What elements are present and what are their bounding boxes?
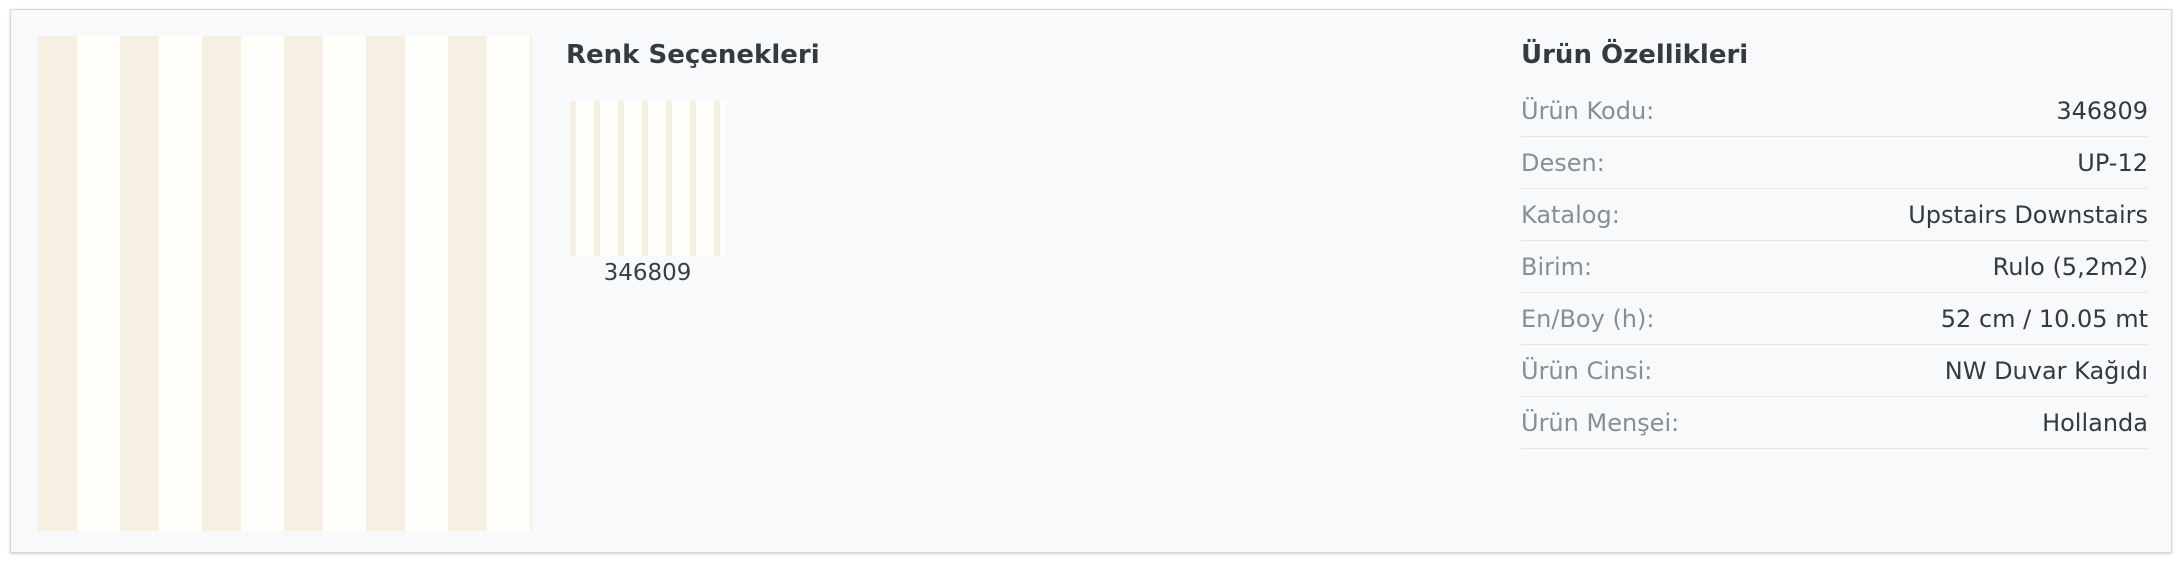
color-swatch-label: 346809 [603, 260, 692, 286]
property-row-type: Ürün Cinsi: NW Duvar Kağıdı [1521, 345, 2148, 397]
property-value: 52 cm / 10.05 mt [1940, 304, 2148, 333]
property-label: Ürün Cinsi: [1521, 356, 1653, 385]
property-label: En/Boy (h): [1521, 304, 1655, 333]
product-properties-table: Ürün Kodu: 346809 Desen: UP-12 Katalog: … [1521, 85, 2148, 449]
property-value: 346809 [2056, 96, 2148, 125]
property-row-dimensions: En/Boy (h): 52 cm / 10.05 mt [1521, 293, 2148, 345]
property-value: NW Duvar Kağıdı [1944, 356, 2148, 385]
property-label: Ürün Menşei: [1521, 408, 1680, 437]
property-value: Upstairs Downstairs [1908, 200, 2148, 229]
property-row-catalog: Katalog: Upstairs Downstairs [1521, 189, 2148, 241]
property-row-unit: Birim: Rulo (5,2m2) [1521, 241, 2148, 293]
property-value: Rulo (5,2m2) [1992, 252, 2148, 281]
property-value: UP-12 [2077, 148, 2148, 177]
property-label: Katalog: [1521, 200, 1620, 229]
property-value: Hollanda [2042, 408, 2148, 437]
color-options-title: Renk Seçenekleri [566, 40, 820, 70]
product-main-image[interactable] [38, 36, 532, 531]
property-label: Desen: [1521, 148, 1605, 177]
color-swatch[interactable]: 346809 [570, 101, 725, 286]
property-label: Birim: [1521, 252, 1593, 281]
property-label: Ürün Kodu: [1521, 96, 1655, 125]
property-row-code: Ürün Kodu: 346809 [1521, 85, 2148, 137]
property-row-origin: Ürün Menşei: Hollanda [1521, 397, 2148, 449]
property-row-pattern: Desen: UP-12 [1521, 137, 2148, 189]
product-properties-title: Ürün Özellikleri [1521, 40, 1749, 70]
color-swatch-image[interactable] [570, 101, 725, 256]
product-detail-panel: Renk Seçenekleri 346809 Ürün Özellikleri… [10, 9, 2172, 553]
